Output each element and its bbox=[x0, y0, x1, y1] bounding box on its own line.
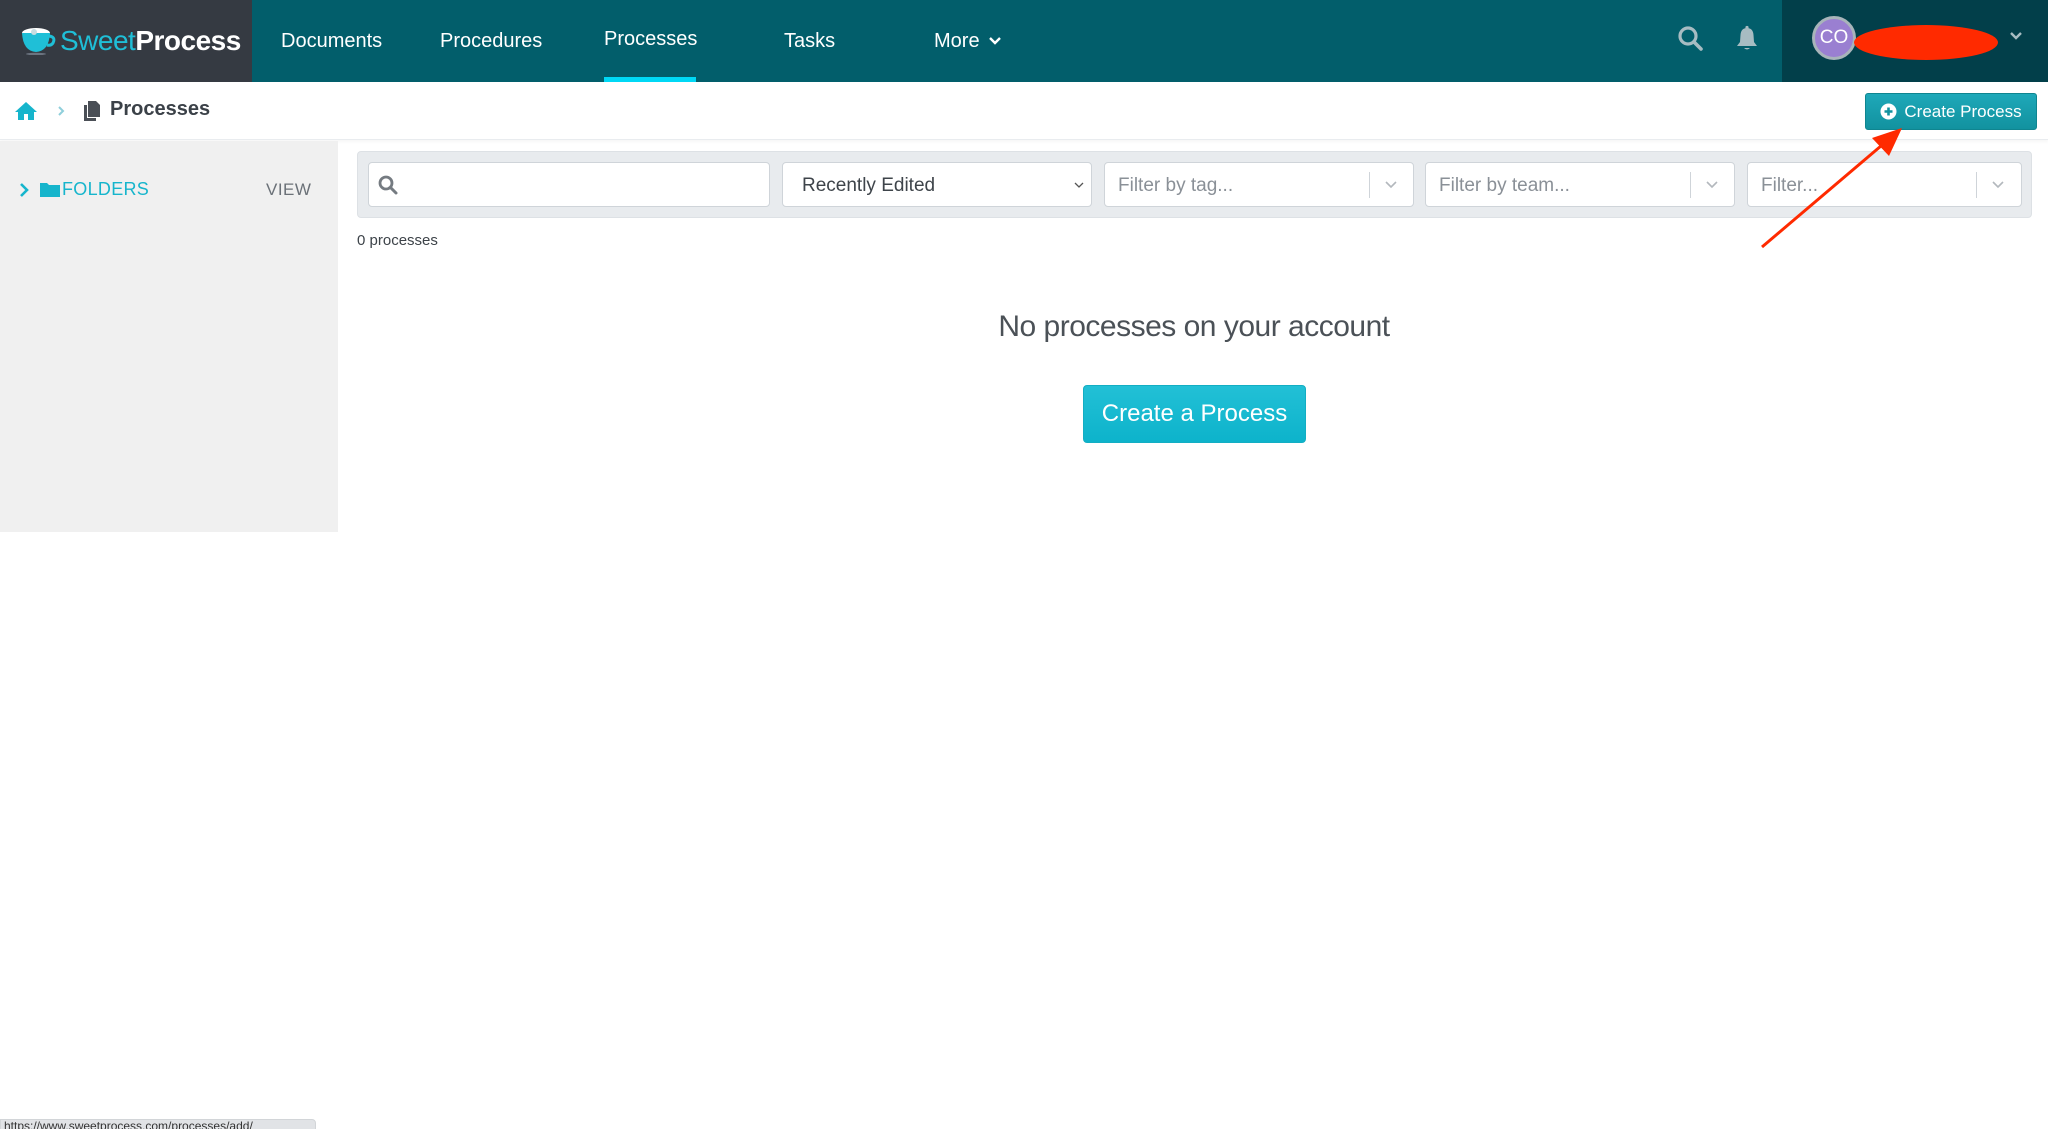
avatar[interactable]: CO bbox=[1812, 16, 1856, 60]
folders-toggle[interactable]: FOLDERS bbox=[18, 179, 149, 200]
home-icon[interactable] bbox=[14, 101, 38, 121]
browser-status-bar: https://www.sweetprocess.com/processes/a… bbox=[0, 1119, 316, 1129]
redacted-user-name bbox=[1854, 25, 1998, 60]
empty-state-title: No processes on your account bbox=[998, 310, 1390, 343]
chevron-right-icon bbox=[20, 182, 29, 197]
other-filter-placeholder: Filter... bbox=[1761, 175, 1819, 196]
sort-select[interactable]: Recently Edited bbox=[782, 162, 1092, 207]
view-link[interactable]: VIEW bbox=[266, 180, 311, 200]
create-a-process-button[interactable]: Create a Process bbox=[1083, 385, 1306, 443]
nav-procedures[interactable]: Procedures bbox=[440, 0, 542, 82]
chevron-right-icon bbox=[58, 106, 65, 116]
divider bbox=[1976, 172, 1977, 198]
filter-panel: Recently Edited Filter by tag... Filter … bbox=[357, 151, 2032, 218]
create-process-label: Create Process bbox=[1904, 101, 2022, 121]
breadcrumb: Processes Create Process bbox=[0, 82, 2048, 140]
team-filter[interactable]: Filter by team... bbox=[1425, 162, 1735, 207]
empty-state-actions: Create a Process bbox=[1083, 385, 1306, 443]
page-title: Processes bbox=[110, 98, 211, 120]
user-menu[interactable]: CO bbox=[1782, 0, 2048, 82]
results-count: 0 processes bbox=[357, 232, 438, 249]
folder-icon bbox=[40, 182, 60, 197]
nav-documents[interactable]: Documents bbox=[281, 0, 382, 82]
top-navigation-bar: SweetProcess Documents Procedures Proces… bbox=[0, 0, 2048, 82]
search-icon bbox=[378, 175, 398, 195]
create-process-button[interactable]: Create Process bbox=[1865, 93, 2037, 130]
documents-icon bbox=[84, 101, 100, 121]
other-filter[interactable]: Filter... bbox=[1747, 162, 2022, 207]
nav-processes[interactable]: Processes bbox=[604, 0, 698, 82]
coffee-cup-logo-icon bbox=[22, 28, 56, 55]
tag-filter[interactable]: Filter by tag... bbox=[1104, 162, 1414, 207]
divider bbox=[1690, 172, 1691, 198]
team-filter-placeholder: Filter by team... bbox=[1439, 175, 1570, 196]
logo[interactable]: SweetProcess bbox=[0, 0, 252, 82]
bell-icon[interactable] bbox=[1732, 24, 1762, 54]
chevron-down-icon[interactable] bbox=[2008, 28, 2024, 44]
divider bbox=[1369, 172, 1370, 198]
chevron-down-icon bbox=[988, 37, 1001, 45]
search-field[interactable] bbox=[368, 162, 770, 207]
tag-filter-placeholder: Filter by tag... bbox=[1118, 175, 1234, 196]
plus-circle-icon bbox=[1880, 103, 1897, 120]
sort-selected-value: Recently Edited bbox=[802, 175, 936, 196]
chevron-down-icon bbox=[1706, 181, 1718, 189]
nav-more[interactable]: More bbox=[934, 0, 1002, 82]
brand-name: SweetProcess bbox=[60, 25, 241, 56]
nav-tasks[interactable]: Tasks bbox=[784, 0, 835, 82]
chevron-down-icon bbox=[1074, 182, 1084, 188]
search-input[interactable] bbox=[405, 167, 765, 202]
folders-label: FOLDERS bbox=[62, 179, 150, 199]
nav-more-label: More bbox=[934, 29, 980, 52]
chevron-down-icon bbox=[1385, 181, 1397, 189]
chevron-down-icon bbox=[1992, 181, 2004, 189]
nav-processes-label: Processes bbox=[604, 27, 698, 50]
search-icon[interactable] bbox=[1676, 24, 1706, 54]
